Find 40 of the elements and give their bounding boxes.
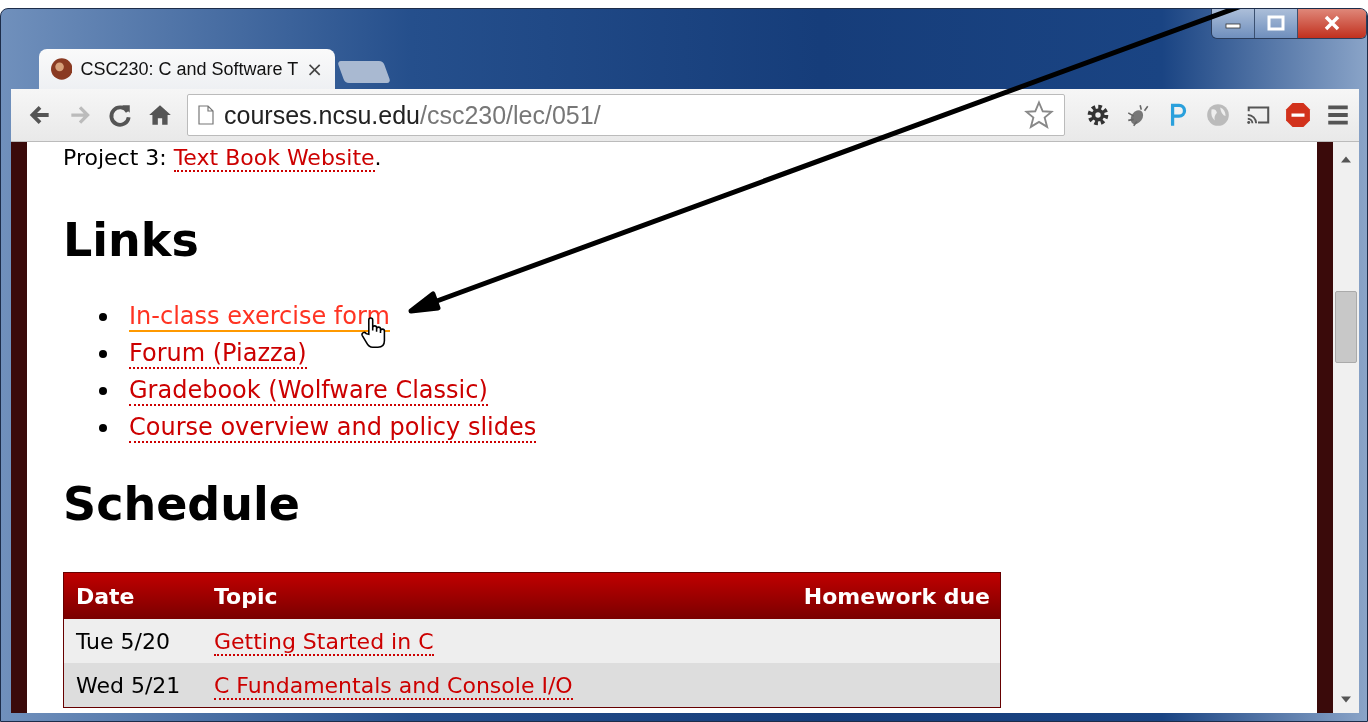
link[interactable]: C Fundamentals and Console I/O <box>214 672 573 700</box>
link[interactable]: Getting Started in C <box>214 628 434 656</box>
url-text: courses.ncsu.edu/csc230/lec/051/ <box>224 100 602 130</box>
reload-icon[interactable] <box>107 102 133 128</box>
close-icon <box>1322 15 1342 31</box>
bullet <box>99 386 107 395</box>
bookmark-star-icon[interactable] <box>1024 100 1054 130</box>
scroll-down-icon[interactable] <box>1341 696 1351 703</box>
stop-sign-icon[interactable] <box>1285 102 1311 128</box>
heading: Links <box>63 212 200 268</box>
maximize-icon <box>1266 15 1286 31</box>
bullet <box>99 349 107 358</box>
table-cell-text: Wed 5/21 <box>75 672 182 698</box>
scrollbar[interactable] <box>1333 142 1359 713</box>
column-header: Homework due <box>803 583 991 609</box>
bullet <box>99 423 107 432</box>
scrollbar-thumb[interactable] <box>1335 291 1357 363</box>
page-icon <box>198 104 214 126</box>
link[interactable]: Text Book Website <box>173 145 375 172</box>
close-tab-button[interactable]: × <box>306 57 323 81</box>
scroll-up-icon[interactable] <box>1341 156 1351 163</box>
paragraph: Project 3: Text Book Website. <box>63 144 383 174</box>
settings-icon[interactable] <box>1085 102 1111 128</box>
browser-tab[interactable]: CSC230: C and Software T × <box>39 49 335 89</box>
tab-title: CSC230: C and Software T <box>80 58 299 80</box>
heading: Schedule <box>63 476 301 532</box>
bullet <box>99 312 107 321</box>
close-button[interactable] <box>1298 9 1366 38</box>
minimize-button[interactable] <box>1212 9 1255 38</box>
new-tab-button[interactable] <box>337 61 391 83</box>
address-bar[interactable]: courses.ncsu.edu/csc230/lec/051/ <box>187 94 1065 136</box>
link[interactable]: Forum (Piazza) <box>129 338 307 369</box>
column-header: Date <box>75 583 136 609</box>
column-header: Topic <box>214 583 279 609</box>
bug-icon[interactable] <box>1125 102 1151 128</box>
favicon-icon <box>51 58 73 80</box>
link[interactable]: Course overview and policy slides <box>129 412 537 443</box>
table-cell-text: Tue 5/20 <box>75 628 171 654</box>
link[interactable]: Gradebook (Wolfware Classic) <box>129 375 488 406</box>
maximize-button[interactable] <box>1255 9 1298 38</box>
